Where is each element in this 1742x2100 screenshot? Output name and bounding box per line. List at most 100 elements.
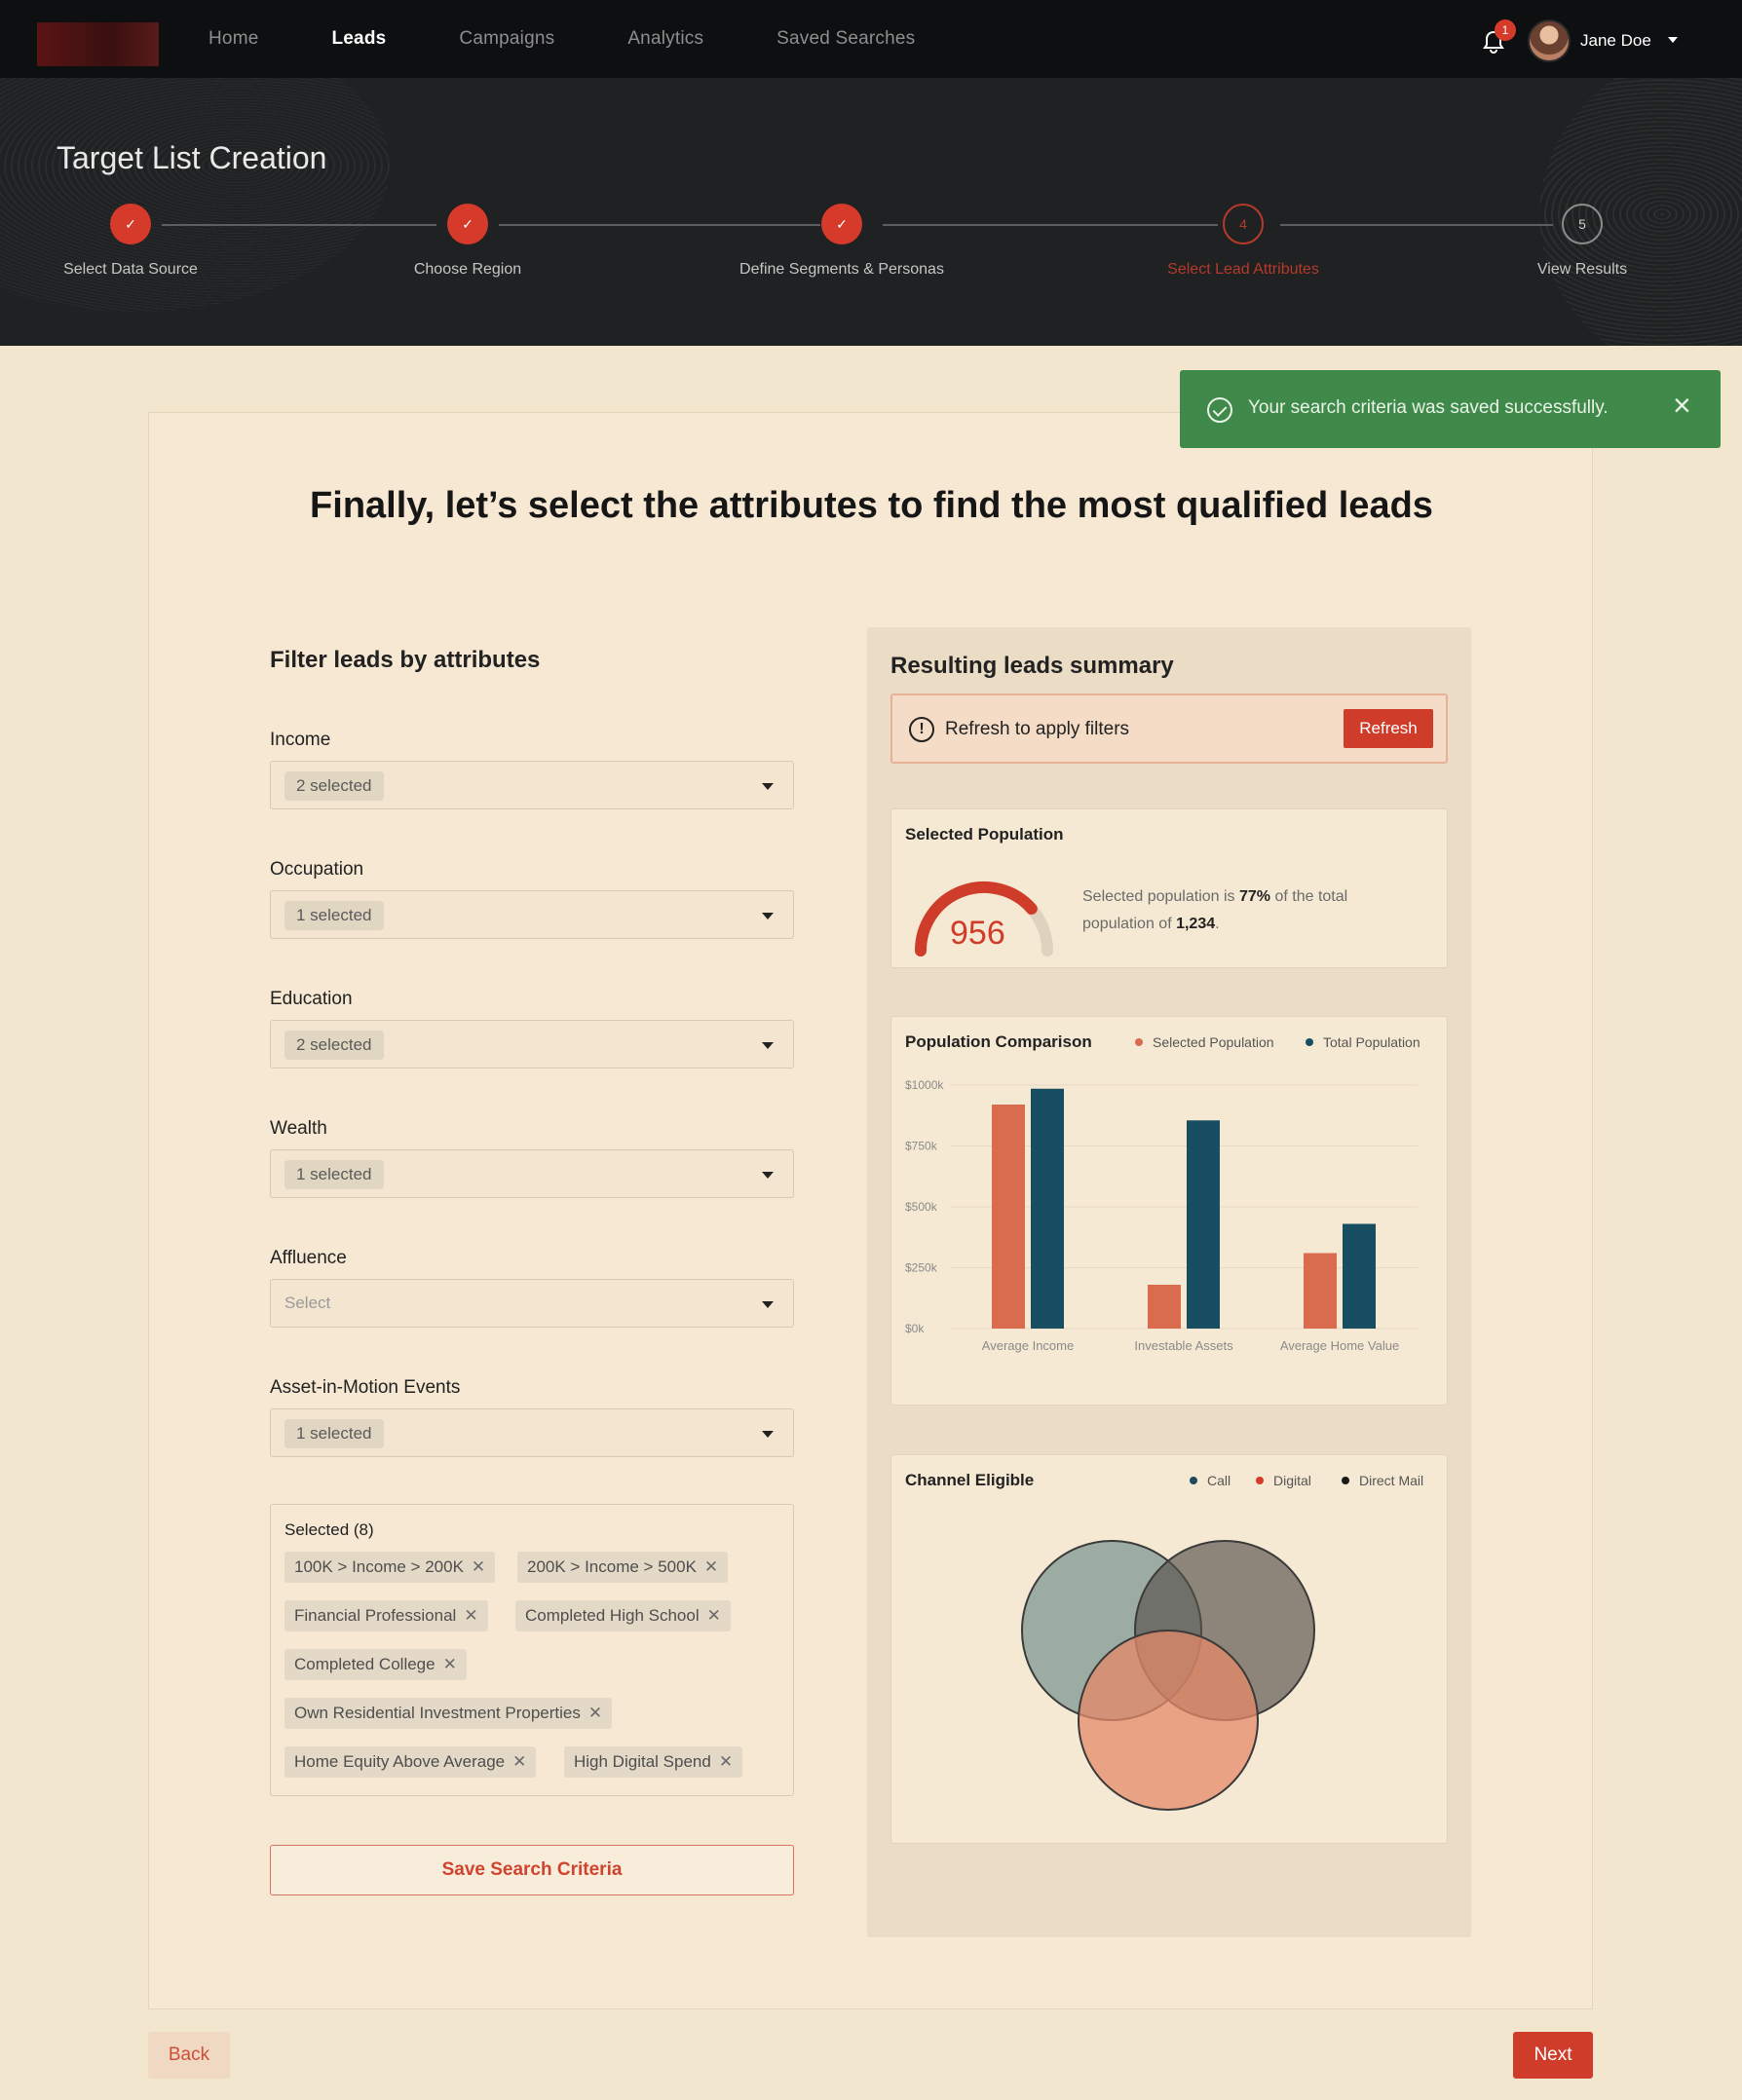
legend-label: Call [1207, 1473, 1231, 1488]
y-tick-label: $0k [905, 1322, 925, 1335]
selection-count-chip: 1 selected [284, 1160, 384, 1189]
tag-label: Completed High School [525, 1606, 700, 1625]
asset-in-motion-label: Asset-in-Motion Events [270, 1377, 461, 1398]
legend-total-population: Total Population [1306, 1034, 1420, 1050]
notification-badge: 1 [1495, 19, 1516, 41]
success-toast: Your search criteria was saved successfu… [1180, 370, 1721, 448]
step-connector [499, 224, 820, 226]
y-tick-label: $250k [905, 1261, 938, 1275]
save-search-criteria-button[interactable]: Save Search Criteria [270, 1845, 794, 1895]
nav-link-saved-searches[interactable]: Saved Searches [776, 28, 915, 50]
selected-tag: 100K > Income > 200K ✕ [284, 1552, 496, 1583]
x-tick-label: Investable Assets [1134, 1338, 1233, 1353]
legend-label: Total Population [1323, 1034, 1420, 1050]
legend-digital: Digital [1256, 1473, 1311, 1488]
step-label-define-segments[interactable]: Define Segments & Personas [739, 261, 944, 279]
remove-tag-icon[interactable]: ✕ [719, 1752, 733, 1771]
close-icon[interactable]: × [1673, 390, 1691, 421]
step-connector [883, 224, 1218, 226]
population-text-pre: Selected population is [1082, 888, 1239, 905]
remove-tag-icon[interactable]: ✕ [464, 1606, 477, 1625]
legend-dot [1342, 1477, 1349, 1484]
caret-down-icon [762, 1301, 774, 1308]
step-label-select-data-source[interactable]: Select Data Source [63, 261, 198, 279]
avatar[interactable] [1528, 19, 1571, 62]
legend-label: Digital [1273, 1473, 1311, 1488]
selected-tag: Own Residential Investment Properties ✕ [284, 1698, 613, 1729]
legend-call: Call [1190, 1473, 1231, 1488]
income-select[interactable]: 2 selected [270, 761, 794, 809]
bar-total-0 [1031, 1088, 1064, 1329]
remove-tag-icon[interactable]: ✕ [472, 1557, 485, 1576]
caret-down-icon [762, 1431, 774, 1438]
population-text-post: . [1215, 916, 1220, 932]
tag-label: Own Residential Investment Properties [294, 1704, 581, 1722]
remove-tag-icon[interactable]: ✕ [588, 1704, 602, 1722]
education-select[interactable]: 2 selected [270, 1020, 794, 1069]
remove-tag-icon[interactable]: ✕ [704, 1557, 718, 1576]
toast-message: Your search criteria was saved successfu… [1248, 397, 1609, 418]
occupation-label: Occupation [270, 859, 364, 880]
tag-label: Completed College [294, 1655, 436, 1673]
income-label: Income [270, 730, 331, 750]
selection-count-chip: 2 selected [284, 1031, 384, 1060]
y-tick-label: $1000k [905, 1078, 944, 1092]
population-comparison-card: Population Comparison Selected Populatio… [890, 1016, 1448, 1406]
info-icon: ! [909, 717, 934, 742]
caret-down-icon [762, 783, 774, 790]
step-4-marker[interactable]: 4 [1223, 204, 1264, 244]
back-button[interactable]: Back [148, 2032, 230, 2079]
y-tick-label: $500k [905, 1200, 938, 1214]
affluence-placeholder: Select [284, 1294, 331, 1312]
step-connector [162, 224, 436, 226]
chevron-down-icon[interactable] [1668, 37, 1678, 43]
nav-link-leads[interactable]: Leads [331, 28, 386, 50]
tag-label: Financial Professional [294, 1606, 457, 1625]
wealth-label: Wealth [270, 1118, 327, 1139]
filter-column: Filter leads by attributes Income 2 sele… [270, 647, 796, 1895]
remove-tag-icon[interactable]: ✕ [512, 1752, 526, 1771]
x-tick-label: Average Home Value [1280, 1338, 1399, 1353]
step-label-choose-region[interactable]: Choose Region [414, 261, 521, 279]
step-5-marker[interactable]: 5 [1562, 204, 1603, 244]
caret-down-icon [762, 1042, 774, 1049]
affluence-label: Affluence [270, 1248, 347, 1268]
main-card: Finally, let’s select the attributes to … [148, 412, 1593, 2009]
legend-selected-population: Selected Population [1135, 1034, 1274, 1050]
nav-link-home[interactable]: Home [208, 28, 258, 50]
wealth-select[interactable]: 1 selected [270, 1149, 794, 1198]
bar-selected-0 [992, 1105, 1025, 1329]
bar-total-2 [1343, 1223, 1376, 1329]
legend-label: Direct Mail [1359, 1473, 1424, 1488]
y-tick-label: $750k [905, 1140, 938, 1153]
step-label-select-lead-attributes[interactable]: Select Lead Attributes [1167, 261, 1319, 279]
channel-venn-diagram [1021, 1540, 1315, 1811]
brand-logo[interactable] [37, 22, 159, 66]
occupation-select[interactable]: 1 selected [270, 890, 794, 939]
filter-section-title: Filter leads by attributes [270, 647, 541, 673]
selected-count-title: Selected (8) [284, 1520, 374, 1539]
step-1-check-icon[interactable]: ✓ [110, 204, 151, 244]
next-button[interactable]: Next [1513, 2032, 1593, 2079]
alert-text: Refresh to apply filters [945, 719, 1130, 739]
step-3-check-icon[interactable]: ✓ [821, 204, 862, 244]
remove-tag-icon[interactable]: ✕ [707, 1606, 721, 1625]
asset-in-motion-select[interactable]: 1 selected [270, 1408, 794, 1457]
remove-tag-icon[interactable]: ✕ [443, 1655, 457, 1673]
selected-population-title: Selected Population [905, 825, 1064, 844]
nav-links: Home Leads Campaigns Analytics Saved Sea… [208, 0, 988, 78]
refresh-button[interactable]: Refresh [1344, 709, 1433, 748]
bar-selected-2 [1304, 1253, 1337, 1329]
legend-dot [1135, 1038, 1143, 1046]
affluence-select[interactable]: Select [270, 1279, 794, 1328]
nav-link-campaigns[interactable]: Campaigns [459, 28, 554, 50]
legend-dot [1306, 1038, 1313, 1046]
caret-down-icon [762, 1172, 774, 1179]
step-2-check-icon[interactable]: ✓ [447, 204, 488, 244]
step-label-view-results[interactable]: View Results [1537, 261, 1627, 279]
user-name[interactable]: Jane Doe [1580, 31, 1651, 51]
nav-link-analytics[interactable]: Analytics [627, 28, 703, 50]
selected-tags-box: Selected (8) 100K > Income > 200K ✕ 200K … [270, 1504, 794, 1796]
summary-title: Resulting leads summary [890, 653, 1174, 679]
selection-count-chip: 2 selected [284, 771, 384, 801]
